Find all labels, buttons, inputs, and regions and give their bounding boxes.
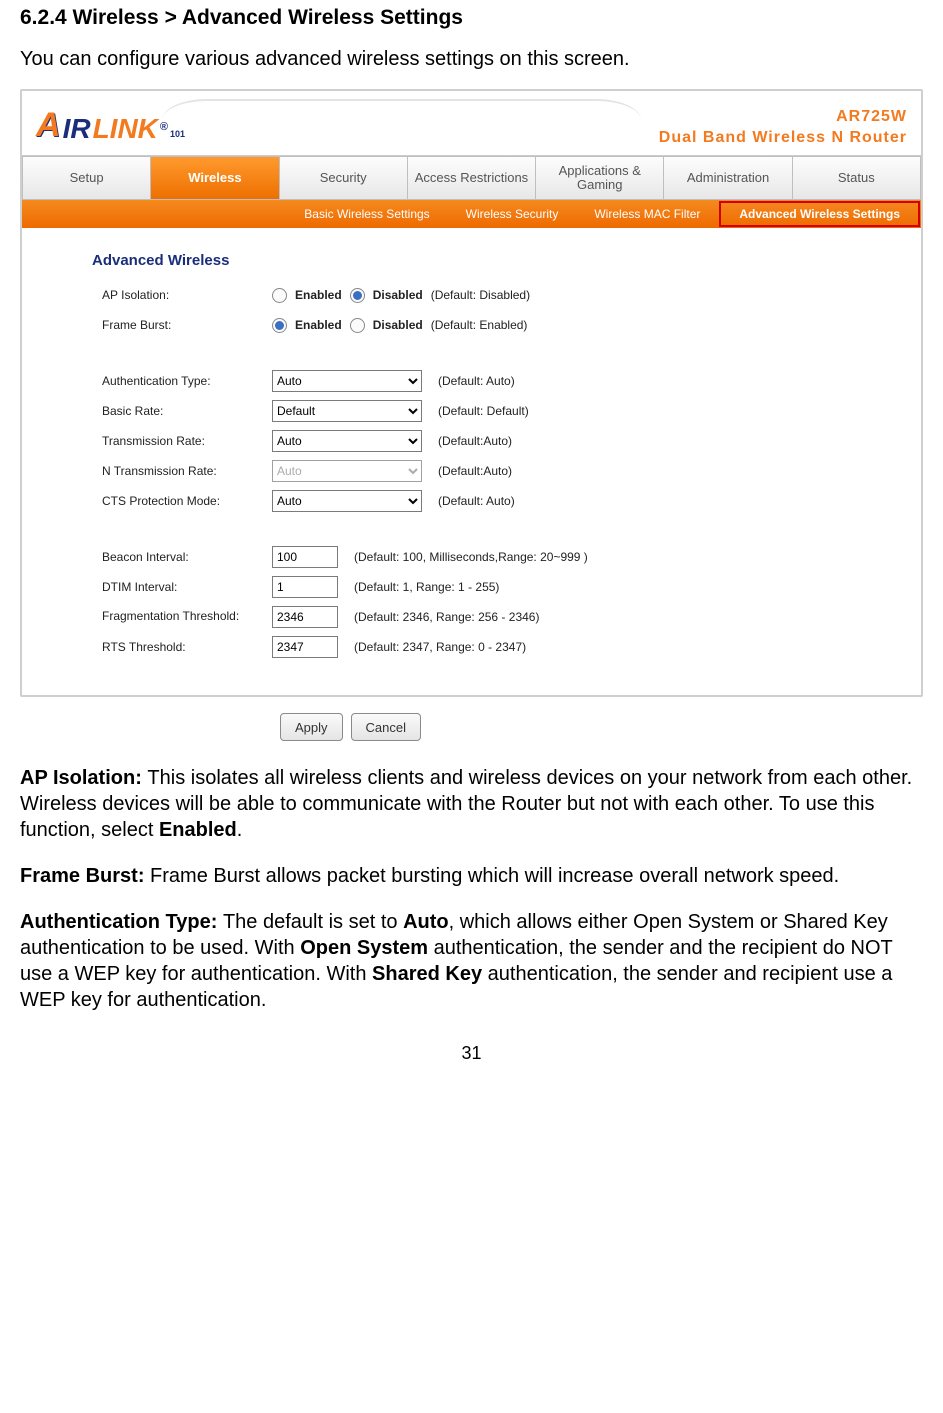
label-beacon: Beacon Interval: bbox=[102, 550, 272, 564]
label-tx-rate: Transmission Rate: bbox=[102, 434, 272, 448]
hint-n-tx-rate: (Default:Auto) bbox=[438, 464, 512, 478]
row-rts-threshold: RTS Threshold: (Default: 2347, Range: 0 … bbox=[102, 635, 891, 659]
button-row: Apply Cancel bbox=[280, 713, 923, 741]
row-frame-burst: Frame Burst: Enabled Disabled (Default: … bbox=[102, 313, 891, 337]
hint-frame-burst: (Default: Enabled) bbox=[431, 318, 528, 332]
label-auth-type: Authentication Type: bbox=[102, 374, 272, 388]
apply-button[interactable]: Apply bbox=[280, 713, 343, 741]
product-model: AR725W bbox=[659, 107, 907, 128]
row-ap-isolation: AP Isolation: Enabled Disabled (Default:… bbox=[102, 283, 891, 307]
input-rts[interactable] bbox=[272, 636, 338, 658]
term-ap-isolation: AP Isolation: bbox=[20, 767, 147, 789]
page-number: 31 bbox=[20, 1043, 923, 1064]
router-header: A IR LINK ® 101 AR725W Dual Band Wireles… bbox=[22, 91, 921, 155]
row-tx-rate: Transmission Rate: Auto (Default:Auto) bbox=[102, 429, 891, 453]
select-auth-type[interactable]: Auto bbox=[272, 370, 422, 392]
tab-wireless[interactable]: Wireless bbox=[151, 156, 279, 200]
tab-administration[interactable]: Administration bbox=[664, 156, 792, 200]
radio-ap-enabled-label: Enabled bbox=[295, 288, 342, 302]
main-tabs: Setup Wireless Security Access Restricti… bbox=[22, 155, 921, 200]
radio-ap-enabled[interactable] bbox=[272, 288, 287, 303]
subtab-basic-wireless[interactable]: Basic Wireless Settings bbox=[286, 200, 447, 228]
radio-fb-disabled-label: Disabled bbox=[373, 318, 423, 332]
radio-fb-enabled-label: Enabled bbox=[295, 318, 342, 332]
desc-auth-open: Open System bbox=[300, 937, 428, 959]
tab-access-restrictions[interactable]: Access Restrictions bbox=[408, 156, 536, 200]
logo-link: LINK bbox=[93, 113, 158, 145]
label-frame-burst: Frame Burst: bbox=[102, 318, 272, 332]
panel-title: Advanced Wireless bbox=[92, 252, 891, 269]
decorative-swoosh bbox=[162, 99, 641, 141]
hint-basic-rate: (Default: Default) bbox=[438, 404, 529, 418]
term-auth-type: Authentication Type: bbox=[20, 911, 223, 933]
row-frag-threshold: Fragmentation Threshold: (Default: 2346,… bbox=[102, 605, 891, 629]
radio-fb-disabled[interactable] bbox=[350, 318, 365, 333]
select-cts-mode[interactable]: Auto bbox=[272, 490, 422, 512]
row-cts-mode: CTS Protection Mode: Auto (Default: Auto… bbox=[102, 489, 891, 513]
input-beacon[interactable] bbox=[272, 546, 338, 568]
desc-ap-isolation-1: This isolates all wireless clients and w… bbox=[20, 767, 912, 841]
subtab-mac-filter[interactable]: Wireless MAC Filter bbox=[576, 200, 718, 228]
select-n-tx-rate[interactable]: Auto bbox=[272, 460, 422, 482]
hint-beacon: (Default: 100, Milliseconds,Range: 20~99… bbox=[354, 550, 588, 564]
row-n-tx-rate: N Transmission Rate: Auto (Default:Auto) bbox=[102, 459, 891, 483]
hint-dtim: (Default: 1, Range: 1 - 255) bbox=[354, 580, 499, 594]
desc-auth-1: The default is set to bbox=[223, 911, 403, 933]
logo-ir: IR bbox=[63, 113, 91, 145]
desc-ap-isolation-enabled: Enabled bbox=[159, 819, 237, 841]
term-frame-burst: Frame Burst: bbox=[20, 865, 150, 887]
input-dtim[interactable] bbox=[272, 576, 338, 598]
row-auth-type: Authentication Type: Auto (Default: Auto… bbox=[102, 369, 891, 393]
product-label: AR725W Dual Band Wireless N Router bbox=[659, 101, 907, 149]
row-basic-rate: Basic Rate: Default (Default: Default) bbox=[102, 399, 891, 423]
hint-ap-isolation: (Default: Disabled) bbox=[431, 288, 530, 302]
desc-auth-shared: Shared Key bbox=[372, 963, 482, 985]
tab-security[interactable]: Security bbox=[280, 156, 408, 200]
hint-auth-type: (Default: Auto) bbox=[438, 374, 515, 388]
hint-frag: (Default: 2346, Range: 256 - 2346) bbox=[354, 610, 539, 624]
cancel-button[interactable]: Cancel bbox=[351, 713, 421, 741]
desc-ap-isolation-2: . bbox=[237, 819, 243, 841]
label-basic-rate: Basic Rate: bbox=[102, 404, 272, 418]
hint-rts: (Default: 2347, Range: 0 - 2347) bbox=[354, 640, 526, 654]
label-ap-isolation: AP Isolation: bbox=[102, 288, 272, 302]
product-tagline: Dual Band Wireless N Router bbox=[659, 128, 907, 149]
subtab-advanced-wireless[interactable]: Advanced Wireless Settings bbox=[719, 201, 920, 227]
label-dtim: DTIM Interval: bbox=[102, 580, 272, 594]
desc-auth-auto: Auto bbox=[403, 911, 449, 933]
row-beacon-interval: Beacon Interval: (Default: 100, Millisec… bbox=[102, 545, 891, 569]
label-frag: Fragmentation Threshold: bbox=[102, 610, 272, 623]
radio-ap-disabled-label: Disabled bbox=[373, 288, 423, 302]
logo-letter-a: A bbox=[36, 106, 61, 145]
desc-frame-burst: Frame Burst allows packet bursting which… bbox=[150, 865, 839, 887]
settings-panel: Advanced Wireless AP Isolation: Enabled … bbox=[22, 228, 921, 695]
hint-tx-rate: (Default:Auto) bbox=[438, 434, 512, 448]
hint-cts-mode: (Default: Auto) bbox=[438, 494, 515, 508]
tab-apps-gaming[interactable]: Applications & Gaming bbox=[536, 156, 664, 200]
label-cts-mode: CTS Protection Mode: bbox=[102, 494, 272, 508]
router-admin-ui: A IR LINK ® 101 AR725W Dual Band Wireles… bbox=[20, 89, 923, 697]
tab-status[interactable]: Status bbox=[793, 156, 921, 200]
section-heading: 6.2.4 Wireless > Advanced Wireless Setti… bbox=[20, 6, 923, 30]
label-n-tx-rate: N Transmission Rate: bbox=[102, 464, 272, 478]
description-text: AP Isolation: This isolates all wireless… bbox=[20, 765, 923, 1013]
subtab-wireless-security[interactable]: Wireless Security bbox=[448, 200, 577, 228]
sub-tabs: Basic Wireless Settings Wireless Securit… bbox=[22, 200, 921, 228]
select-basic-rate[interactable]: Default bbox=[272, 400, 422, 422]
intro-text: You can configure various advanced wirel… bbox=[20, 48, 923, 71]
input-frag[interactable] bbox=[272, 606, 338, 628]
select-tx-rate[interactable]: Auto bbox=[272, 430, 422, 452]
radio-ap-disabled[interactable] bbox=[350, 288, 365, 303]
row-dtim-interval: DTIM Interval: (Default: 1, Range: 1 - 2… bbox=[102, 575, 891, 599]
label-rts: RTS Threshold: bbox=[102, 640, 272, 654]
radio-fb-enabled[interactable] bbox=[272, 318, 287, 333]
tab-setup[interactable]: Setup bbox=[22, 156, 151, 200]
